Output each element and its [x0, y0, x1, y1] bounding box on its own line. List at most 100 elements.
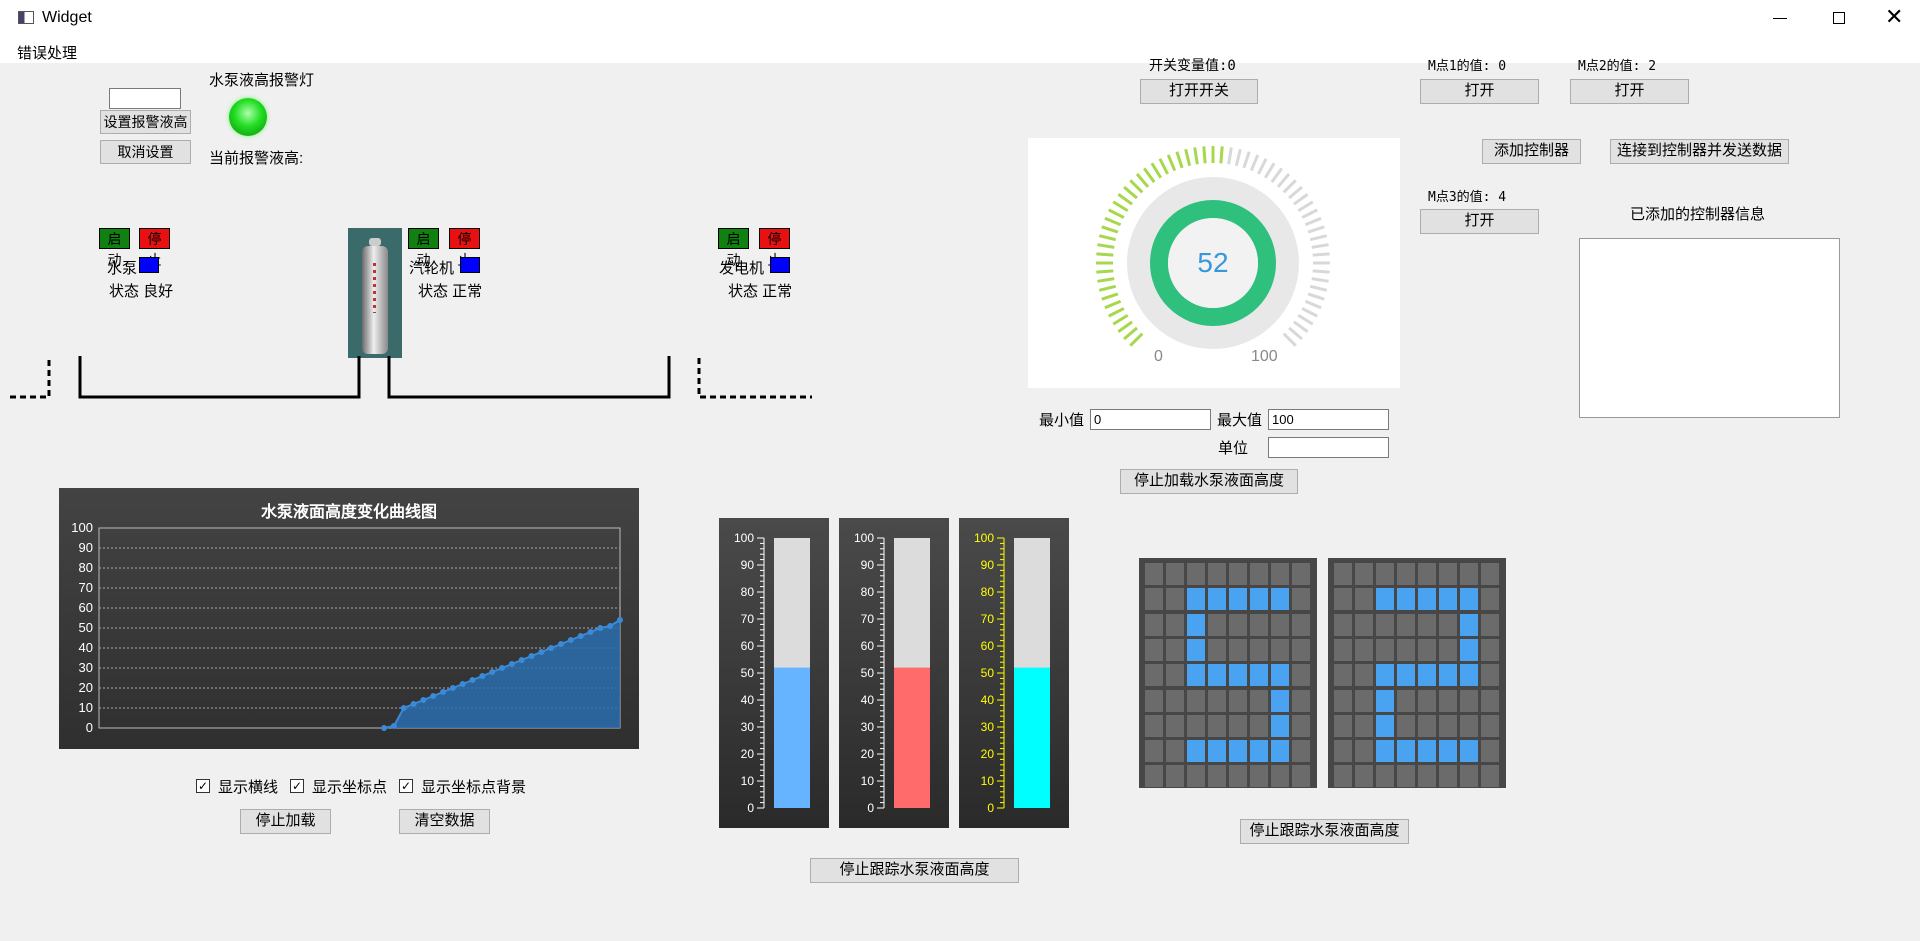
min-value-label: 最小值	[1039, 412, 1085, 429]
max-value-label: 最大值	[1217, 412, 1263, 429]
unit-input[interactable]	[1268, 437, 1389, 458]
led-cell	[1418, 613, 1436, 636]
show-gridlines-checkbox[interactable]: ✓	[196, 779, 210, 793]
generator-stop-button[interactable]: 停止	[759, 228, 790, 268]
gauge-min-label: 0	[1154, 348, 1163, 365]
pump-name-label: 水泵	[107, 260, 138, 277]
thermometer-tick-label: 30	[741, 720, 755, 734]
led-cell	[1166, 638, 1184, 661]
set-alarm-button[interactable]: 设置报警液高	[100, 110, 191, 134]
gauge-tick	[1129, 332, 1144, 347]
chart-point	[548, 645, 555, 651]
led-cell	[1271, 740, 1289, 763]
show-point-bg-checkbox[interactable]: ✓	[399, 779, 413, 793]
chart-point	[469, 677, 476, 683]
led-cell	[1481, 638, 1499, 661]
led-cell	[1460, 588, 1478, 611]
gauge-tick	[1096, 269, 1114, 274]
led-cell	[1334, 740, 1352, 763]
m2-open-button[interactable]: 打开	[1570, 79, 1689, 104]
turbine-start-button[interactable]: 启动	[408, 228, 439, 268]
thermometer-tick-label: 60	[741, 639, 755, 653]
gauge-tick	[1104, 299, 1122, 310]
led-cell	[1439, 765, 1457, 788]
minimize-icon[interactable]	[1773, 18, 1787, 19]
generator-status-label: 状态 正常	[728, 283, 793, 300]
maximize-icon[interactable]	[1833, 12, 1845, 24]
chart-y-tick-label: 100	[71, 520, 93, 535]
led-cell	[1229, 765, 1247, 788]
led-cell	[1481, 714, 1499, 737]
thermometer-tick-label: 100	[854, 531, 874, 545]
thermometer-scale: 1009080706050403020100	[734, 531, 810, 815]
led-cell	[1439, 638, 1457, 661]
gauge-tick	[1143, 167, 1156, 183]
turbine-stop-button[interactable]: 停止	[449, 228, 480, 268]
chart-y-tick-label: 30	[79, 660, 93, 675]
led-cell	[1334, 689, 1352, 712]
generator-start-button[interactable]: 启动	[718, 228, 749, 268]
gauge-tick	[1097, 277, 1115, 283]
show-points-checkbox[interactable]: ✓	[290, 779, 304, 793]
open-switch-button[interactable]: 打开开关	[1140, 79, 1258, 104]
gauge-tick	[1301, 208, 1318, 219]
m1-open-button[interactable]: 打开	[1420, 79, 1539, 104]
led-cell	[1271, 689, 1289, 712]
max-value-input[interactable]	[1268, 409, 1389, 430]
led-cell	[1355, 689, 1373, 712]
chart-point	[577, 633, 584, 639]
cancel-alarm-button[interactable]: 取消设置	[100, 140, 191, 164]
stop-loading-level-button[interactable]: 停止加载水泵液面高度	[1120, 469, 1298, 494]
led-cell	[1397, 563, 1415, 585]
led-cell	[1397, 740, 1415, 763]
connect-controller-button[interactable]: 连接到控制器并发送数据	[1610, 139, 1789, 164]
menu-error-handling[interactable]: 错误处理	[17, 42, 77, 63]
controller-info-list[interactable]	[1579, 238, 1840, 418]
pump-stop-button[interactable]: 停止	[139, 228, 170, 268]
chart-y-tick-label: 20	[79, 680, 93, 695]
chart-y-tick-label: 50	[79, 620, 93, 635]
led-cell	[1418, 664, 1436, 687]
led-cell	[1418, 638, 1436, 661]
pump-start-button[interactable]: 启动	[99, 228, 130, 268]
led-cell	[1376, 664, 1394, 687]
led-cell	[1250, 613, 1268, 636]
alarm-level-input[interactable]	[109, 88, 181, 109]
pipeline-diagram	[10, 356, 812, 399]
stop-tracking-button-2[interactable]: 停止跟踪水泵液面高度	[1240, 819, 1409, 844]
min-value-input[interactable]	[1090, 409, 1211, 430]
gauge-tick	[1307, 225, 1325, 234]
add-controller-button[interactable]: 添加控制器	[1482, 139, 1581, 164]
thermometer-tick-label: 40	[981, 693, 995, 707]
gauge-tick	[1202, 146, 1207, 164]
stop-loading-button[interactable]: 停止加载	[240, 809, 331, 834]
m1-value-label: M点1的值: 0	[1428, 59, 1507, 74]
led-cell	[1229, 689, 1247, 712]
close-icon[interactable]: ✕	[1885, 4, 1903, 30]
chart-y-tick-label: 0	[86, 720, 93, 735]
led-cell	[1229, 638, 1247, 661]
current-alarm-level-label: 当前报警液高:	[209, 150, 304, 167]
led-cell	[1376, 638, 1394, 661]
led-cell	[1229, 714, 1247, 737]
thermometer-tick-label: 60	[861, 639, 875, 653]
thermometer-tick-label: 50	[981, 666, 995, 680]
led-cell	[1355, 740, 1373, 763]
chart-point	[597, 625, 604, 631]
led-cell	[1355, 714, 1373, 737]
stop-tracking-button-1[interactable]: 停止跟踪水泵液面高度	[810, 858, 1019, 883]
led-cell	[1397, 638, 1415, 661]
level-chart-panel: 水泵液面高度变化曲线图 100 90 80 70 60 50 40 30 20 10 0	[59, 488, 639, 749]
chart-point	[489, 669, 496, 675]
chart-point	[410, 701, 417, 707]
m3-open-button[interactable]: 打开	[1420, 209, 1539, 234]
led-cell	[1397, 689, 1415, 712]
chart-point	[528, 653, 535, 659]
led-cell	[1145, 714, 1163, 737]
led-cell	[1271, 765, 1289, 788]
clear-data-button[interactable]: 清空数据	[399, 809, 490, 834]
led-cell	[1292, 588, 1310, 611]
led-cell	[1460, 689, 1478, 712]
led-cell	[1418, 714, 1436, 737]
led-cell	[1376, 714, 1394, 737]
